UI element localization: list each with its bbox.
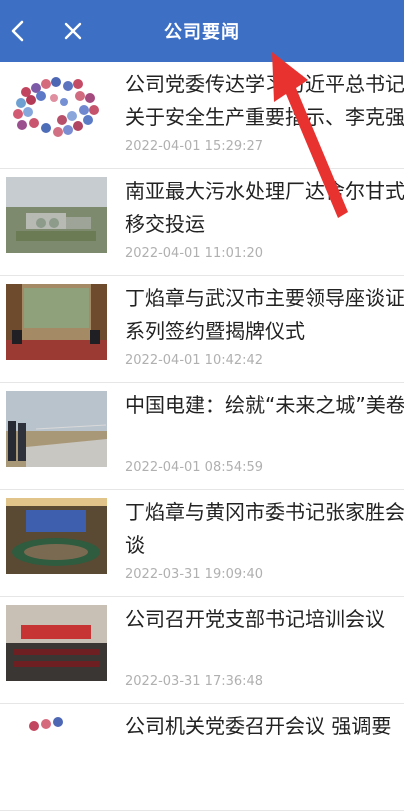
news-item[interactable]: 丁焰章与武汉市主要领导座谈证系列签约暨揭牌仪式 2022-04-01 10:42…	[0, 276, 404, 383]
news-thumbnail	[6, 70, 107, 146]
news-title: 公司党委传达学习习近平总书记关于安全生产重要指示、李克强	[125, 72, 404, 129]
news-item[interactable]: 中国电建：绘就“未来之城”美卷 2022-04-01 08:54:59	[0, 383, 404, 490]
news-title: 丁焰章与武汉市主要领导座谈证系列签约暨揭牌仪式	[125, 286, 404, 343]
news-thumbnail	[6, 498, 107, 574]
news-title: 丁焰章与黄冈市委书记张家胜会谈	[125, 500, 404, 557]
news-thumbnail	[6, 391, 107, 467]
news-time: 2022-04-01 11:01:20	[125, 246, 264, 261]
news-item[interactable]: 公司机关党委召开会议 强调要	[0, 704, 404, 811]
news-item[interactable]: 公司召开党支部书记培训会议 2022-03-31 17:36:48	[0, 597, 404, 704]
news-title: 中国电建：绘就“未来之城”美卷	[125, 393, 404, 417]
news-item[interactable]: 公司党委传达学习习近平总书记关于安全生产重要指示、李克强 2022-04-01 …	[0, 62, 404, 169]
news-time: 2022-04-01 15:29:27	[125, 139, 264, 154]
news-title: 公司召开党支部书记培训会议	[125, 607, 385, 631]
app-header: 公司要闻	[0, 0, 404, 62]
news-list: 公司党委传达学习习近平总书记关于安全生产重要指示、李克强 2022-04-01 …	[0, 62, 404, 811]
news-item[interactable]: 丁焰章与黄冈市委书记张家胜会谈 2022-03-31 19:09:40	[0, 490, 404, 597]
news-thumbnail	[6, 177, 107, 253]
news-title: 南亚最大污水处理厂达舍尔甘式移交投运	[125, 179, 404, 236]
news-time: 2022-04-01 10:42:42	[125, 353, 264, 368]
news-item[interactable]: 南亚最大污水处理厂达舍尔甘式移交投运 2022-04-01 11:01:20	[0, 169, 404, 276]
news-thumbnail	[6, 284, 107, 360]
news-thumbnail	[6, 605, 107, 681]
news-time: 2022-04-01 08:54:59	[125, 460, 264, 475]
news-time: 2022-03-31 17:36:48	[125, 674, 264, 689]
news-thumbnail	[6, 712, 107, 788]
news-time: 2022-03-31 19:09:40	[125, 567, 264, 582]
page-title: 公司要闻	[164, 22, 240, 43]
